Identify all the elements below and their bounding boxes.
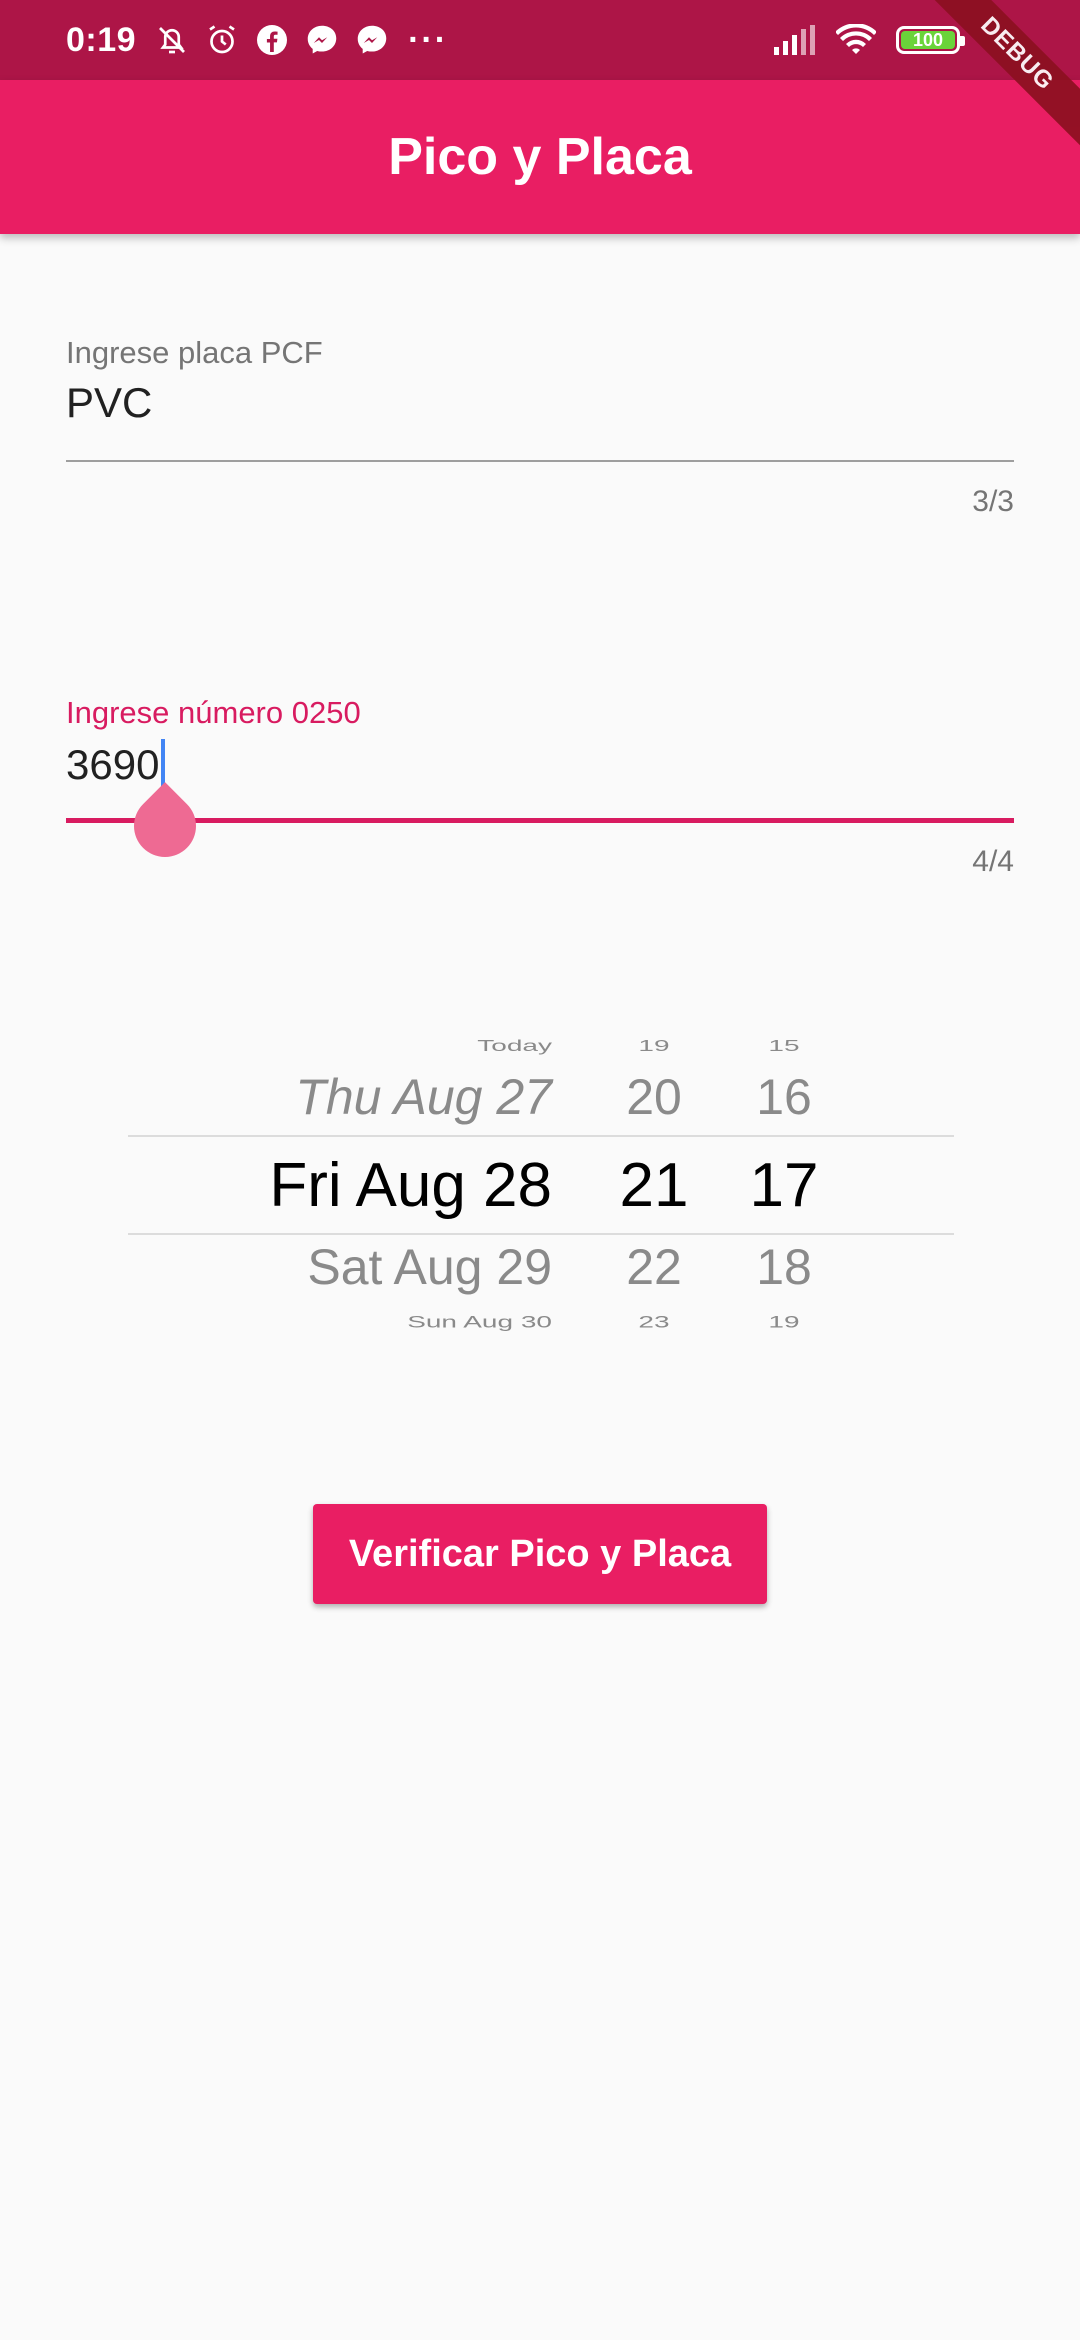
plate-field-label: Ingrese placa PCF [66,335,323,370]
picker-date-selected[interactable]: Fri Aug 28 [128,1155,552,1217]
picker-hour-item[interactable]: 22 [582,1242,726,1292]
number-field-label: Ingrese número 0250 [66,695,361,730]
picker-date-item[interactable]: Today [128,1038,552,1053]
plate-input-value: PVC [66,379,153,426]
number-input-value: 3690 [66,741,160,788]
picker-minute-item[interactable]: 16 [720,1072,848,1122]
alarm-icon [209,25,235,54]
picker-minute-item[interactable]: 19 [720,1313,848,1331]
picker-date-column[interactable]: Today Thu Aug 27 Fri Aug 28 Sat Aug 29 S… [128,1010,552,1350]
muted-bell-icon [159,27,186,54]
plate-field[interactable]: Ingrese placa PCF PVC 3/3 [66,335,1014,535]
battery-level: 100 [912,29,944,50]
status-time: 0:19 [66,20,137,59]
number-char-counter: 4/4 [972,845,1014,878]
picker-minute-selected[interactable]: 17 [720,1155,848,1217]
battery-icon: 100 [896,26,965,54]
wifi-icon [836,24,876,54]
signal-icon [774,25,815,55]
picker-hour-selected[interactable]: 21 [582,1155,726,1217]
picker-hour-column[interactable]: 19 20 21 22 23 [582,1010,726,1350]
status-bar: 0:19 ··· 100 [0,0,1080,80]
picker-minute-column[interactable]: 15 16 17 18 19 [720,1010,848,1350]
app-bar: Pico y Placa [0,80,1080,234]
app-title: Pico y Placa [388,128,692,186]
plate-char-counter: 3/3 [972,485,1014,518]
status-system-icons: 100 [774,0,965,80]
verify-pico-placa-button[interactable]: Verificar Pico y Placa [313,1504,767,1604]
picker-date-item[interactable]: Sun Aug 30 [128,1313,552,1331]
plate-field-underline [66,460,1014,462]
facebook-icon [257,25,288,55]
status-notification-icons [154,22,390,58]
picker-date-item[interactable]: Thu Aug 27 [128,1072,552,1122]
messenger-icon [357,25,387,54]
number-field-underline [66,818,1014,823]
picker-hour-item[interactable]: 20 [582,1072,726,1122]
screen: 0:19 ··· 100 DEBUG Pico y Placa Ingrese … [0,0,1080,2340]
more-notifications-icon: ··· [408,20,449,59]
picker-date-item[interactable]: Sat Aug 29 [128,1242,552,1292]
picker-minute-item[interactable]: 15 [720,1038,848,1053]
cursor-handle[interactable] [121,782,209,870]
picker-hour-item[interactable]: 23 [582,1313,726,1331]
plate-input[interactable]: PVC [66,379,1014,427]
number-input[interactable]: 3690 [66,739,1014,791]
date-time-picker[interactable]: Today Thu Aug 27 Fri Aug 28 Sat Aug 29 S… [128,1010,954,1350]
messenger-icon [307,25,337,54]
picker-minute-item[interactable]: 18 [720,1242,848,1292]
picker-hour-item[interactable]: 19 [582,1038,726,1053]
number-field[interactable]: Ingrese número 0250 3690 4/4 [66,695,1014,895]
